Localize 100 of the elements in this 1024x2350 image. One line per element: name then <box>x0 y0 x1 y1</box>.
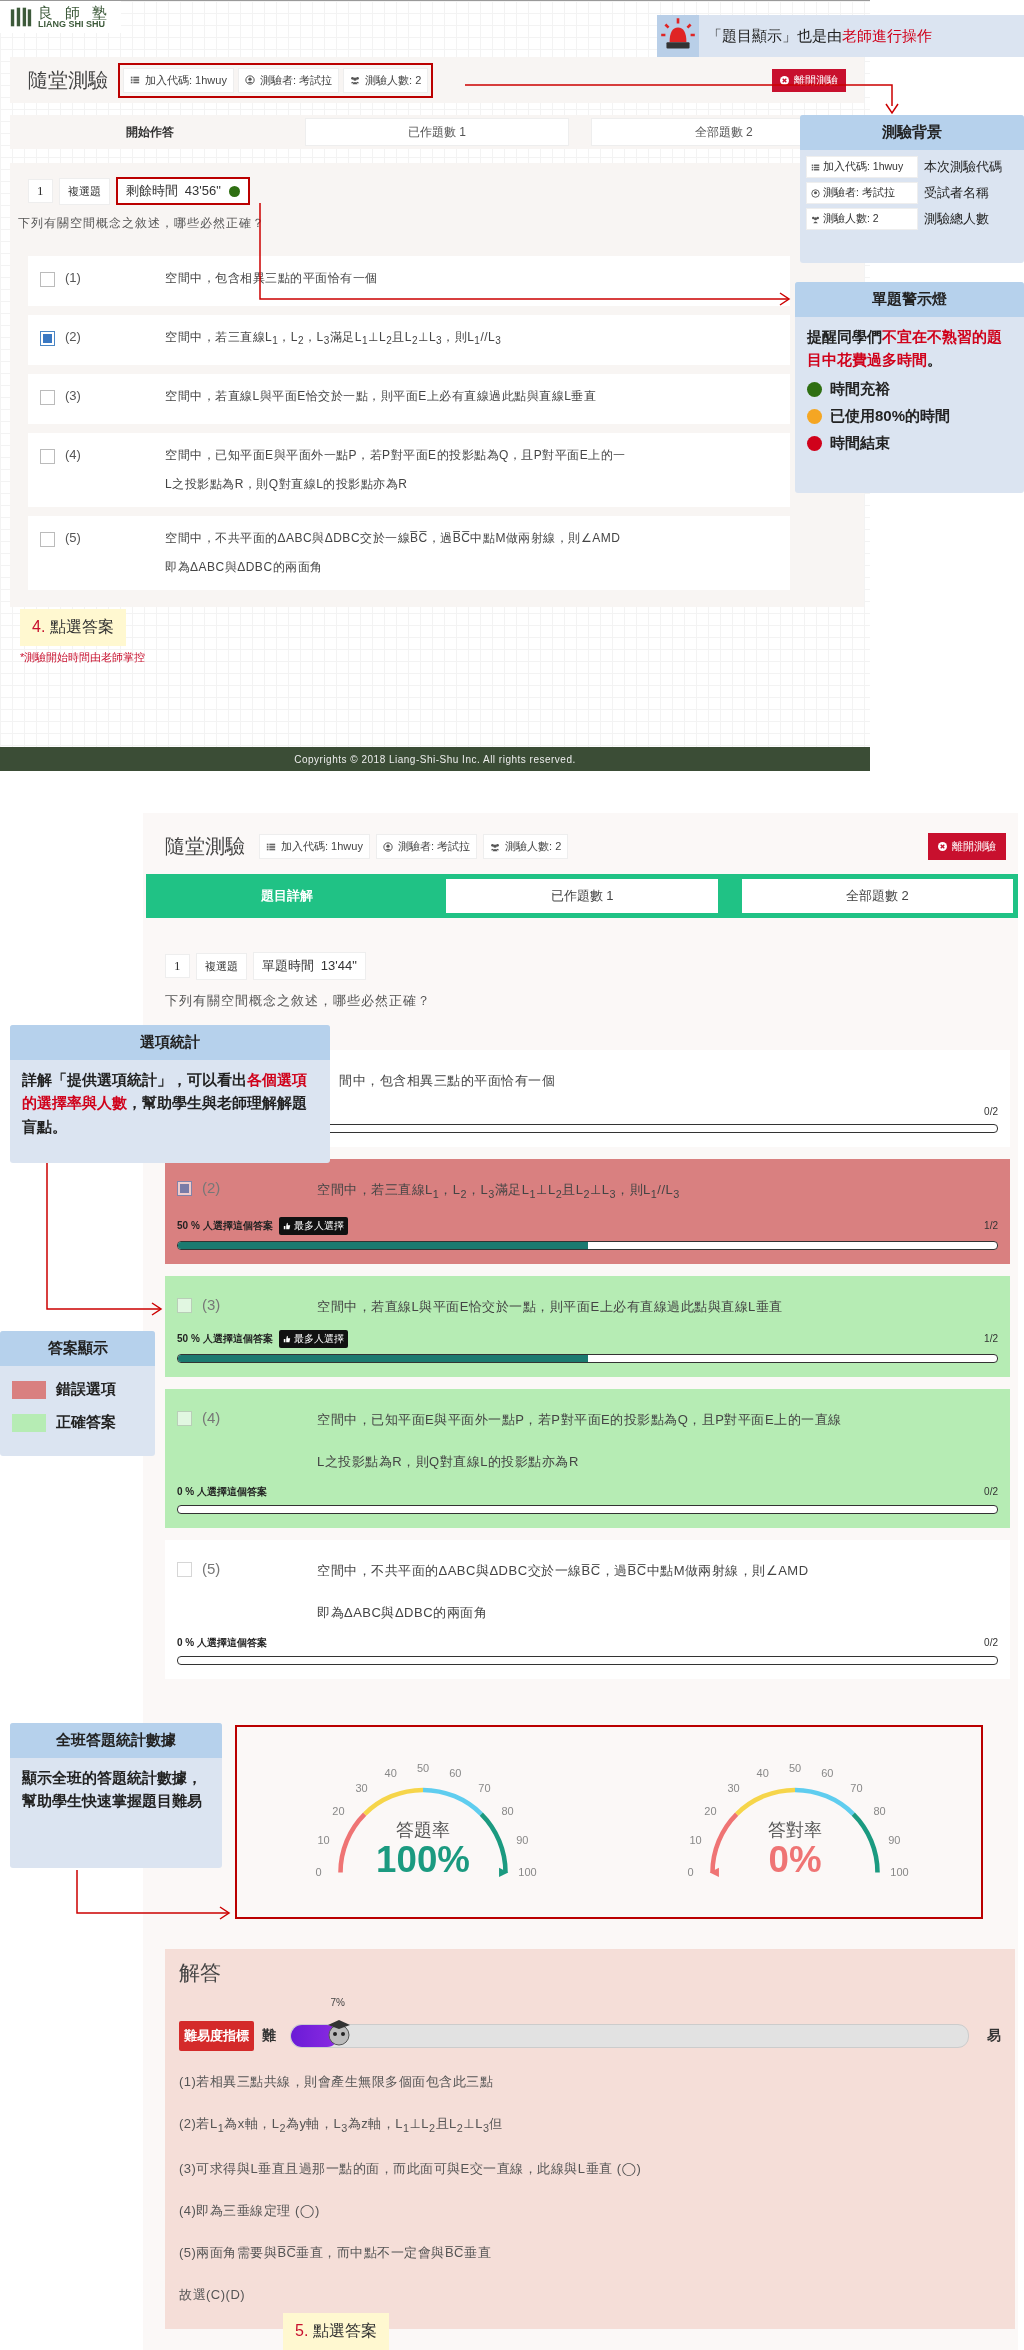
tick-label: 30 <box>355 1781 368 1794</box>
chip-label: 測驗者: 考試拉 <box>259 72 333 88</box>
chip-label: 加入代碼: 1hwuy <box>145 72 227 88</box>
solution-text: (3)可求得與L垂直且過那一點的面，而此面可與E交一直線，此線與L垂直 (◯) <box>179 2160 642 2179</box>
leave-button[interactable]: 離開測驗 <box>928 833 1006 860</box>
option-label: (2) <box>64 329 82 344</box>
option-text: 空間中，若三直線L$_{1}$，L$_{2}$，L$_{3}$滿足L$_{1}$⊥L$_{2}$且L$_{2}$⊥L$_{3}$，則L$_{1}$//L$_{3}$ <box>317 1181 680 1202</box>
option-text: 空間中，不共平面的ΔABC與ΔDBC交於一線B̅C̅，過B̅C̅中點M做兩射線，則∠AMD <box>165 530 621 547</box>
leave-button[interactable]: 離開測驗 <box>772 68 846 92</box>
footnote: *測驗開始時間由老師掌控 <box>20 650 146 665</box>
callout-title: 單題警示燈 <box>795 282 1024 317</box>
tick-label: 100 <box>518 1865 537 1878</box>
callout-title: 答案顯示 <box>0 1331 155 1366</box>
difficulty-badge: 難易度指標 <box>179 2020 254 2051</box>
tick-label: 20 <box>704 1804 717 1817</box>
chip-label: 測驗者: 考試拉 <box>397 839 471 854</box>
checkbox[interactable] <box>40 449 55 464</box>
tick-label: 10 <box>317 1833 330 1846</box>
option-label: (5) <box>64 530 82 545</box>
close-icon <box>780 75 789 85</box>
share-text: 0 % 人選擇這個答案 <box>177 1484 267 1499</box>
question-number: 1 <box>28 179 53 203</box>
users-icon <box>811 214 820 224</box>
vote-count: 0/2 <box>984 1486 998 1498</box>
callout-text: 詳解「提供選項統計」，可以看出各個選項的選擇率與人數，幫助學生與老師理解解題盲點。 <box>22 1070 308 1137</box>
step-note: 5. 點選答案 <box>283 2313 389 2350</box>
tick-label: 50 <box>788 1761 802 1774</box>
legend-label: 正確答案 <box>56 1413 116 1432</box>
tab[interactable]: 開始作答 <box>18 118 283 146</box>
vote-count: 0/2 <box>984 1637 998 1649</box>
option-card[interactable]: (5) 空間中，不共平面的ΔABC與ΔDBC交於一線B̅C̅，過B̅C̅中點M做兩射線，則∠AMD 即為ΔABC與ΔDBC的兩面角 <box>28 516 790 590</box>
tick-label: 0 <box>687 1865 694 1878</box>
timer-label: 剩餘時間 43'56" <box>125 182 221 200</box>
callout-text: 「題目顯示」也是由老師進行操作 <box>707 26 932 46</box>
user-icon <box>382 841 393 852</box>
page-title: 隨堂測驗 <box>165 834 245 859</box>
option-text: 間中，包含相異三點的平面恰有一個 <box>339 1072 555 1090</box>
callout-text: 測驗總人數 <box>924 210 989 228</box>
tick-label: 10 <box>689 1833 702 1846</box>
step-note: 4. 點選答案 <box>20 609 126 646</box>
checkbox[interactable] <box>40 390 55 405</box>
legend-label: 時間充裕 <box>830 379 890 399</box>
checkbox[interactable] <box>40 532 55 547</box>
option-text: 空間中，若三直線L$_{1}$，L$_{2}$，L$_{3}$滿足L$_{1}$⊥L$_{2}$且L$_{2}$⊥L$_{3}$，則L$_{1}$//L$_{3}$ <box>165 329 502 347</box>
question-type: 複選題 <box>58 177 110 205</box>
tab[interactable]: 全部題數 2 <box>741 879 1013 913</box>
tick-label: 100 <box>890 1865 909 1878</box>
checkbox[interactable] <box>40 272 55 287</box>
option-text: 空間中，已知平面E與平面外一點P，若P對平面E的投影點為Q，且P對平面E上的一直線 <box>317 1410 842 1429</box>
option-text: L之投影點為R，則Q對直線L的投影點亦為R <box>165 476 409 493</box>
gauge-value: 100% <box>376 1839 470 1880</box>
checkbox[interactable] <box>40 331 55 346</box>
vote-count: 1/2 <box>984 1220 998 1232</box>
most-chosen-badge: 最多人選擇 <box>278 1216 348 1235</box>
list-icon <box>266 841 276 852</box>
solution-text: (4)即為三垂線定理 (◯) <box>179 2202 320 2221</box>
list-icon <box>811 162 820 172</box>
question-type: 複選題 <box>195 952 247 980</box>
option-card[interactable]: (4) 空間中，已知平面E與平面外一點P，若P對平面E的投影點為Q，且P對平面E上的一 L之投影點為R，則Q對直線L的投影點亦為R <box>28 433 790 507</box>
callout-text: 受試者名稱 <box>924 184 989 202</box>
chip-label: 測驗人數: 2 <box>505 839 562 854</box>
option-card[interactable]: (3) 空間中，若直線L與平面E恰交於一點，則平面E上必有直線過此點與直線L垂直 <box>28 374 790 424</box>
option-label: (5) <box>202 1559 221 1577</box>
vote-count: 0/2 <box>984 1105 998 1117</box>
callout-text: 提醒同學們不宜在不熟習的題目中花費過多時間。 <box>807 327 1003 371</box>
solution-text: (2)若L$_{1}$為x軸，L$_{2}$為y軸，L$_{3}$為z軸，L$_{1}$⊥L$_{2}$且L$_{2}$⊥L$_{3}$但 <box>179 2114 503 2136</box>
callout-title: 測驗背景 <box>800 115 1024 150</box>
legend-label: 錯誤選項 <box>56 1380 116 1399</box>
callout-text: 本次測驗代碼 <box>924 158 1002 176</box>
chip-label: 測驗人數: 2 <box>365 72 422 88</box>
share-text: 0 % 人選擇這個答案 <box>177 1635 267 1650</box>
tick-label: 70 <box>850 1781 863 1794</box>
user-icon <box>811 188 820 198</box>
option-card[interactable]: (2) 空間中，若三直線L$_{1}$，L$_{2}$，L$_{3}$滿足L$_{1}$⊥L$_{2}$且L$_{2}$⊥L$_{3}$，則L$_{1}$//L$_{3}$ <box>28 315 790 365</box>
option-text: 即為ΔABC與ΔDBC的兩面角 <box>165 559 324 576</box>
tick-label: 30 <box>727 1781 740 1794</box>
option-text: 空間中，不共平面的ΔABC與ΔDBC交於一線B̅C̅，過B̅C̅中點M做兩射線，則∠AMD <box>317 1561 809 1580</box>
chip-label: 測驗人數: 2 <box>823 212 879 226</box>
user-icon <box>244 75 255 85</box>
tick-label: 20 <box>332 1804 345 1817</box>
option-label: (3) <box>64 388 82 403</box>
tab[interactable]: 已作題數 1 <box>304 118 570 146</box>
checkbox[interactable] <box>177 1181 192 1196</box>
callout-title: 全班答題統計數據 <box>10 1723 222 1758</box>
legend-label: 已使用80%的時間 <box>830 406 951 426</box>
siren-icon <box>657 15 699 57</box>
option-text: L之投影點為R，則Q對直線L的投影點亦為R <box>317 1452 580 1471</box>
vote-count: 1/2 <box>984 1333 998 1345</box>
users-icon <box>490 841 501 852</box>
callout-title: 選項統計 <box>10 1025 330 1060</box>
question-prompt: 下列有關空間概念之敘述，哪些必然正確？ <box>165 992 431 1010</box>
tick-label: 90 <box>888 1833 901 1846</box>
callout-text: 顯示全班的答題統計數據，幫助學生快速掌握題目難易 <box>22 1768 203 1812</box>
tick-label: 40 <box>756 1766 769 1779</box>
tick-label: 90 <box>516 1833 529 1846</box>
hard-label: 難 <box>262 2026 276 2045</box>
tab[interactable]: 已作題數 1 <box>446 879 718 913</box>
chip-label: 加入代碼: 1hwuy <box>281 839 363 854</box>
tick-label: 50 <box>416 1761 430 1774</box>
option-label: (4) <box>202 1408 221 1426</box>
